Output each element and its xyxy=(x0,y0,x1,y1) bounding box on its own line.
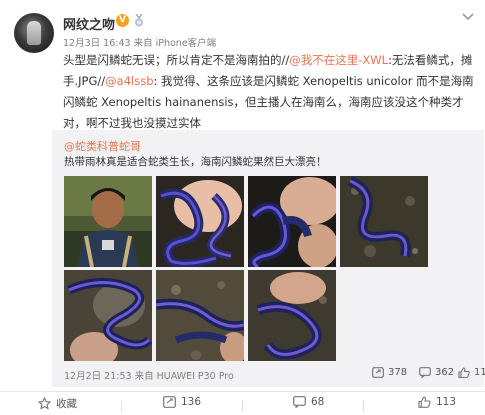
weibo-post-card: 网纹之吻 V 12月3日 16:43 来自 iPhone客户端 头型是闪鳞蛇无误… xyxy=(0,0,485,415)
photo-snake-rock[interactable] xyxy=(64,270,152,361)
favorite-label: 收藏 xyxy=(56,398,77,410)
repost-comment-count: 362 xyxy=(435,367,455,378)
mention-link[interactable]: @我不在这里-XWL xyxy=(289,53,388,67)
favorite-button[interactable]: 收藏 xyxy=(38,396,77,411)
repost-like-button[interactable]: 1122 xyxy=(458,367,485,378)
post-source-prefix: 来自 xyxy=(133,38,153,49)
photo-snake-hand-3[interactable] xyxy=(248,270,336,361)
comment-icon xyxy=(293,396,306,408)
reposted-post[interactable]: @蛇类科普蛇哥 热带雨林真是适合蛇类生长，海南闪鳞蛇果然巨大漂亮！ 12月2日 … xyxy=(52,130,485,387)
comment-icon xyxy=(419,367,431,378)
repost-author[interactable]: @蛇类科普蛇哥 xyxy=(64,138,141,154)
mention-link[interactable]: @a4lssb xyxy=(105,74,153,88)
avatar[interactable] xyxy=(14,13,54,53)
post-source: iPhone客户端 xyxy=(155,38,217,49)
post-time[interactable]: 12月3日 16:43 xyxy=(63,38,131,49)
repost-time[interactable]: 12月2日 21:53 xyxy=(64,371,132,382)
share-icon xyxy=(372,367,384,378)
post-text-segment: 头型是闪鳞蛇无误；所以肯定不是海南拍的// xyxy=(63,53,290,67)
star-icon xyxy=(38,397,51,410)
repost-comment-button[interactable]: 362 xyxy=(419,367,454,378)
comment-count: 68 xyxy=(311,396,325,408)
repost-meta: 12月2日 21:53 来自 HUAWEI P30 Pro xyxy=(64,368,234,382)
username[interactable]: 网纹之吻 xyxy=(63,14,115,33)
post-meta: 12月3日 16:43 来自 iPhone客户端 xyxy=(63,35,216,49)
chevron-down-icon[interactable] xyxy=(460,10,476,24)
post-text: 头型是闪鳞蛇无误；所以肯定不是海南拍的//@我不在这里-XWL:无法看鳞式，摊手… xyxy=(63,50,475,134)
repost-like-count: 1122 xyxy=(474,367,485,378)
thumbs-up-icon xyxy=(458,367,470,378)
like-count: 113 xyxy=(436,396,457,408)
verified-badge: V xyxy=(116,14,129,27)
action-separator xyxy=(121,400,122,412)
thumbs-up-icon xyxy=(418,396,431,408)
photo-snake-hand-2[interactable] xyxy=(248,176,336,267)
action-separator xyxy=(363,400,364,412)
repost-share-button[interactable]: 378 xyxy=(372,367,407,378)
action-bar-divider xyxy=(0,391,485,392)
photo-snake-ground-1[interactable] xyxy=(340,176,428,267)
action-separator xyxy=(242,400,243,412)
repost-text: 热带雨林真是适合蛇类生长，海南闪鳞蛇果然巨大漂亮！ xyxy=(64,156,327,168)
like-button[interactable]: 113 xyxy=(418,396,456,408)
repost-share-count: 378 xyxy=(388,367,408,378)
photo-boy[interactable] xyxy=(64,176,152,267)
comment-button[interactable]: 68 xyxy=(293,396,324,408)
medal-icon[interactable] xyxy=(133,14,145,27)
repost-source-prefix: 来自 xyxy=(134,371,154,382)
share-icon xyxy=(163,396,176,408)
share-button[interactable]: 136 xyxy=(163,396,201,408)
photo-snake-hand-1[interactable] xyxy=(156,176,244,267)
photo-snake-ground-2[interactable] xyxy=(156,270,244,361)
share-count: 136 xyxy=(181,396,202,408)
repost-source: HUAWEI P30 Pro xyxy=(156,371,234,382)
